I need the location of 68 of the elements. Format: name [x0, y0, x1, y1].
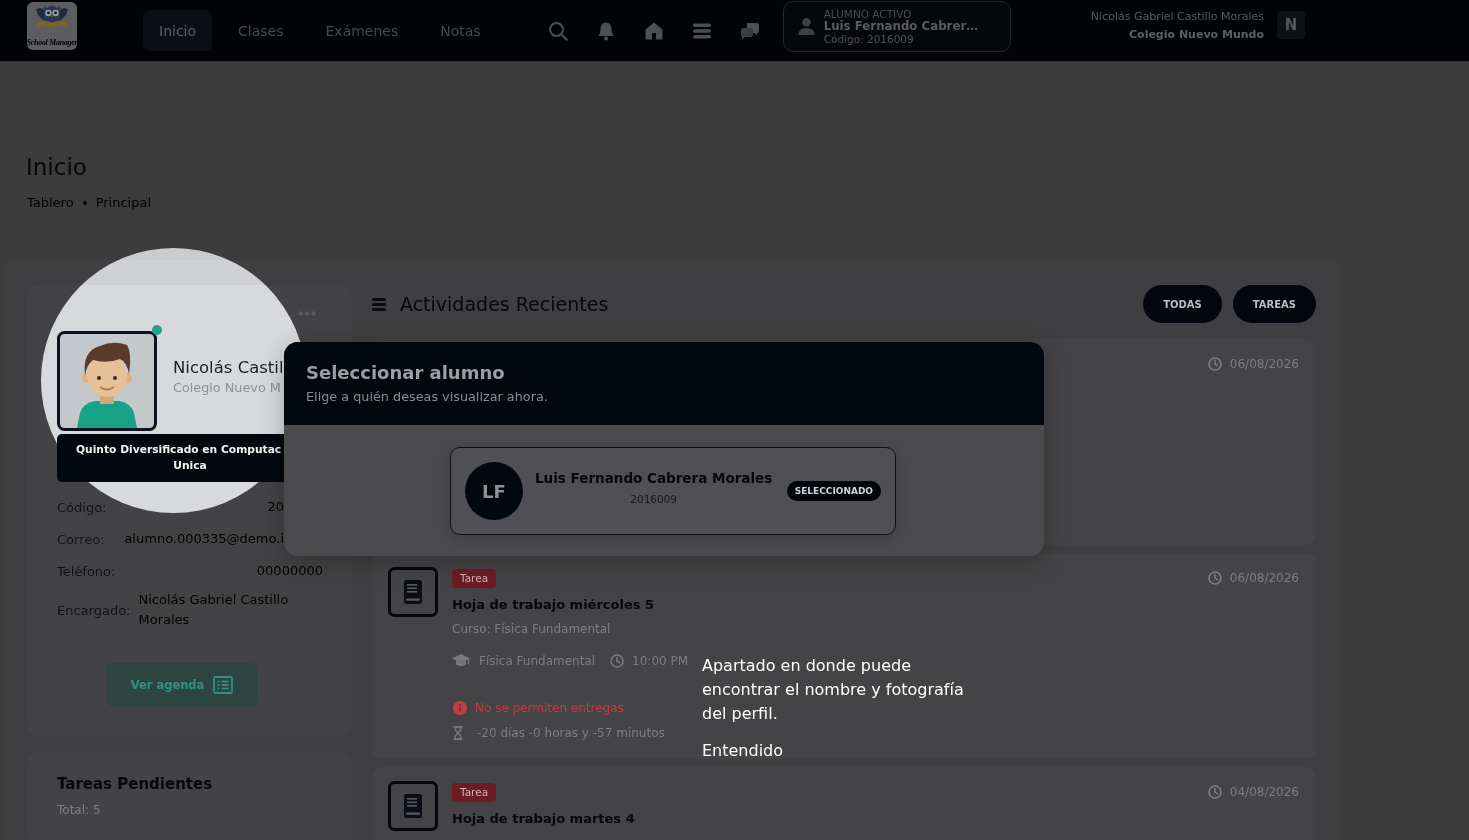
- owl-icon: [34, 4, 70, 29]
- list-icon: [213, 675, 234, 694]
- activity-date: 06/08/2026: [1229, 357, 1299, 371]
- activity-title: Hoja de trabajo miércoles 5: [452, 596, 655, 614]
- modal-subtitle: Elige a quién deseas visualizar ahora.: [306, 388, 548, 406]
- activity-card[interactable]: Tarea 04/08/2026 Hoja de trabajo martes 4: [372, 767, 1316, 840]
- page-title: Inicio: [26, 153, 88, 182]
- section-title: Tareas Pendientes: [57, 774, 214, 795]
- book-icon: [388, 781, 438, 831]
- active-student-selector[interactable]: ALUMNO ACTIVO Luis Fernando Cabrer… Código: 2016009: [782, 1, 1011, 52]
- grade-text: Unica: [172, 458, 208, 474]
- home-icon[interactable]: [643, 20, 664, 41]
- modal-title: Seleccionar alumno: [306, 361, 505, 385]
- clock-icon: [610, 654, 625, 668]
- activity-title: Hoja de trabajo martes 4: [452, 810, 635, 828]
- tag-label: Tarea: [452, 568, 497, 588]
- warning-text: No se permiten entregas: [475, 700, 624, 716]
- field-value: Nicolás Gabriel Castillo Morales: [138, 591, 290, 629]
- active-student-caption: ALUMNO ACTIVO: [823, 7, 913, 20]
- dot-icon: [82, 201, 87, 205]
- user-name: Nicolás Gabriel Castillo Morales: [1090, 9, 1264, 25]
- active-student-name: Luis Fernando Cabrer…: [823, 19, 979, 33]
- grade-text: Quinto Diversificado en Computac: [75, 442, 283, 458]
- nav-tab[interactable]: Notas: [424, 10, 497, 51]
- active-student-code: Código: 2016009: [823, 32, 915, 46]
- user-avatar[interactable]: N: [1277, 11, 1305, 39]
- list-icon: [372, 297, 386, 311]
- student-avatar: LF: [465, 462, 523, 520]
- agenda-button[interactable]: Ver agenda: [107, 663, 257, 706]
- graduation-cap-icon: [452, 654, 470, 668]
- more-icon[interactable]: [298, 310, 316, 316]
- tag-label: Tarea: [452, 782, 497, 802]
- book-icon: [388, 567, 438, 617]
- total-count: Total: 5: [57, 802, 102, 819]
- profile-name: Nicolás Castil: [173, 357, 284, 379]
- breadcrumb-link[interactable]: Tablero: [27, 193, 74, 213]
- clock-icon: [1207, 785, 1222, 799]
- section-title: Actividades Recientes: [400, 293, 609, 315]
- clock-icon: [1207, 357, 1222, 371]
- filter-button[interactable]: TODAS: [1143, 285, 1222, 323]
- chat-icon[interactable]: [739, 20, 760, 41]
- clock-icon: [1207, 571, 1222, 585]
- activity-subject: Física Fundamental: [479, 653, 596, 669]
- user-school: Colegio Nuevo Mundo: [1129, 27, 1264, 43]
- person-icon: [796, 17, 816, 36]
- student-name: Luis Fernando Cabrera Morales: [535, 469, 773, 488]
- activity-course: Curso: Física Fundamental: [452, 621, 611, 637]
- field-value: 20: [267, 498, 284, 516]
- nav-tab[interactable]: Clases: [222, 10, 300, 51]
- breadcrumb-current: Principal: [95, 194, 152, 212]
- activity-date: 04/08/2026: [1229, 785, 1299, 799]
- selected-badge: SELECCIONADO: [786, 481, 881, 501]
- nav-tab[interactable]: Inicio: [143, 10, 213, 51]
- info-icon: [453, 701, 467, 715]
- activity-time: 10:00 PM: [632, 653, 689, 669]
- tour-text: Apartado en donde puede encontrar el nombre y fotografía del perfil.: [702, 655, 965, 725]
- countdown-text: -20 días -0 horas y -57 minutos: [477, 725, 665, 741]
- student-code: 2016009: [630, 492, 678, 506]
- nav-tab[interactable]: Exámenes: [309, 10, 415, 51]
- field-value: 00000000: [256, 562, 323, 580]
- bell-icon[interactable]: [595, 20, 616, 41]
- filter-button[interactable]: TAREAS: [1232, 285, 1316, 323]
- student-card[interactable]: LF Luis Fernando Cabrera Morales 2016009 SELECCIONADO: [450, 447, 896, 535]
- search-icon[interactable]: [547, 20, 568, 41]
- hourglass-icon: [453, 726, 463, 740]
- activity-date: 06/08/2026: [1229, 571, 1299, 585]
- profile-school: Colegio Nuevo M: [173, 379, 282, 397]
- field-value: alumno.000335@demo.i: [124, 530, 284, 548]
